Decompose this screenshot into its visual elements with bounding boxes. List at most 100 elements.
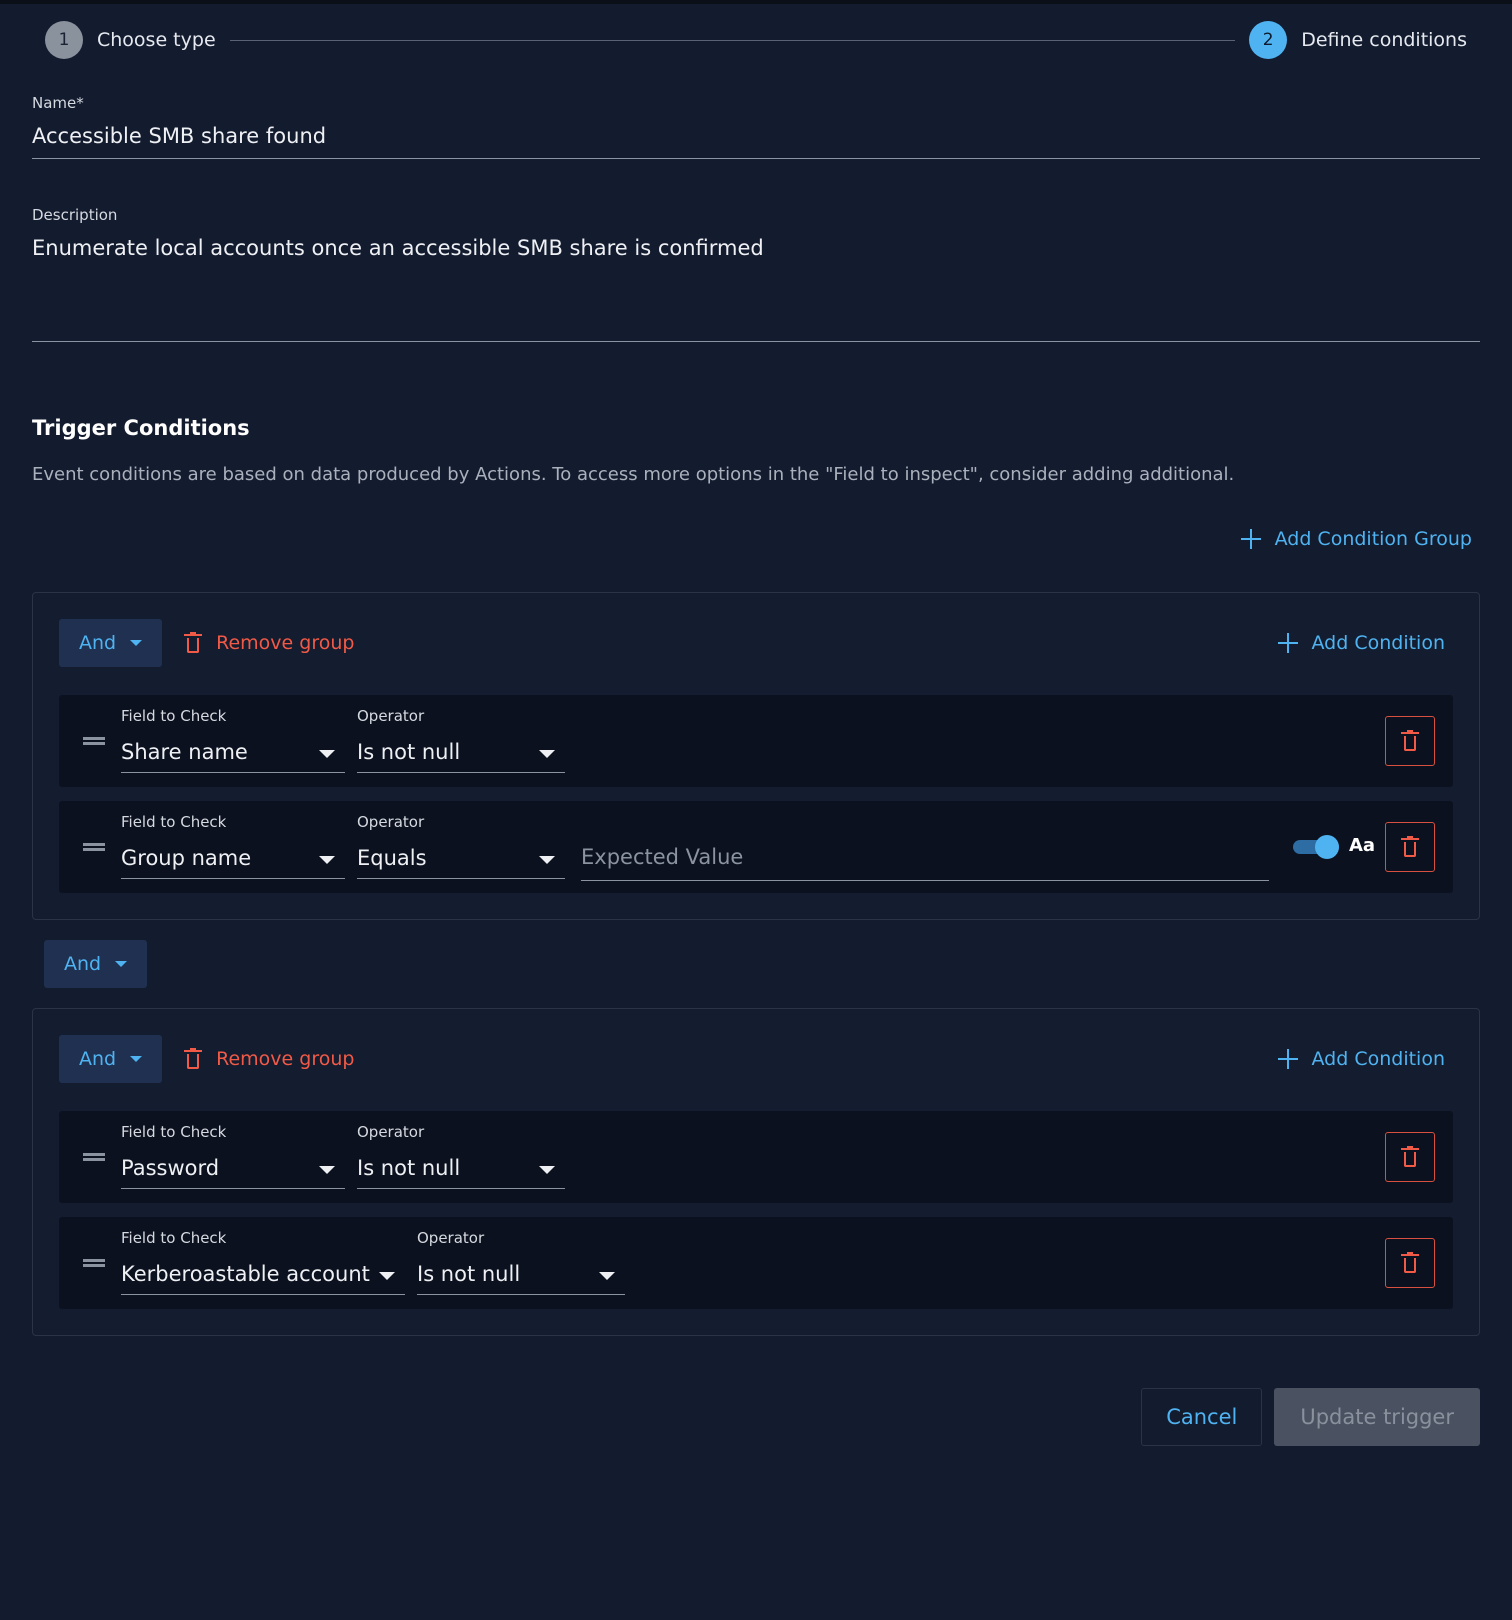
- add-condition-button[interactable]: Add Condition: [1277, 1048, 1446, 1070]
- description-textarea[interactable]: Enumerate local accounts once an accessi…: [32, 236, 1480, 342]
- update-trigger-button[interactable]: Update trigger: [1274, 1388, 1480, 1446]
- caret-down-icon: [539, 749, 555, 758]
- operator-select: Operator Equals: [357, 813, 565, 879]
- group-operator-label: And: [79, 1048, 117, 1070]
- drag-handle-icon[interactable]: [83, 1259, 105, 1267]
- cancel-button[interactable]: Cancel: [1141, 1388, 1263, 1446]
- operator-value: Is not null: [357, 1155, 461, 1180]
- field-to-check-select: Field to Check Password: [121, 1123, 345, 1189]
- field-to-check-dropdown[interactable]: Password: [121, 1147, 345, 1189]
- add-condition-group-button[interactable]: Add Condition Group: [1240, 528, 1472, 550]
- description-label: Description: [32, 206, 118, 224]
- trash-icon: [1401, 1146, 1419, 1168]
- field-to-check-value: Share name: [121, 739, 248, 764]
- group-operator-label: And: [79, 632, 117, 654]
- delete-condition-button[interactable]: [1385, 822, 1435, 872]
- operator-label: Operator: [357, 707, 425, 725]
- form-footer: Cancel Update trigger: [1141, 1388, 1480, 1446]
- add-condition-group-label: Add Condition Group: [1274, 528, 1472, 550]
- between-groups-operator-label: And: [64, 953, 102, 975]
- operator-value: Is not null: [417, 1261, 521, 1286]
- caret-down-icon: [599, 1271, 615, 1280]
- caret-down-icon: [379, 1271, 395, 1280]
- group-header: And Remove group Add Condition: [59, 1035, 1453, 1083]
- operator-select: Operator Is not null: [357, 707, 565, 773]
- group-header: And Remove group Add Condition: [59, 619, 1453, 667]
- remove-group-button[interactable]: Remove group: [184, 632, 354, 654]
- delete-condition-button[interactable]: [1385, 1238, 1435, 1288]
- between-groups-operator-dropdown[interactable]: And: [44, 940, 148, 988]
- field-to-check-label: Field to Check: [121, 1123, 227, 1141]
- condition-row: Field to Check Share name Operator Is no…: [59, 695, 1453, 787]
- step-define-conditions[interactable]: 2 Define conditions: [1249, 21, 1467, 59]
- field-to-check-label: Field to Check: [121, 813, 227, 831]
- plus-icon: [1277, 1049, 1298, 1069]
- operator-label: Operator: [357, 813, 425, 831]
- step-connector: [229, 39, 1236, 41]
- caret-down-icon: [115, 961, 128, 967]
- caret-down-icon: [130, 1056, 143, 1062]
- description-field: Description Enumerate local accounts onc…: [32, 206, 1480, 342]
- field-to-check-value: Group name: [121, 845, 252, 870]
- add-condition-button[interactable]: Add Condition: [1277, 632, 1445, 654]
- trash-icon: [184, 1048, 203, 1070]
- field-to-check-value: Kerberoastable account: [121, 1261, 370, 1286]
- field-to-check-select: Field to Check Group name: [121, 813, 345, 879]
- name-field: Name* Accessible SMB share found: [32, 94, 1480, 159]
- drag-handle-icon[interactable]: [83, 737, 105, 745]
- trash-icon: [1401, 1252, 1419, 1274]
- condition-group: And Remove group Add Condition Field to …: [32, 592, 1480, 920]
- step-label: Choose type: [97, 29, 216, 51]
- condition-row: Field to Check Password Operator Is not …: [59, 1111, 1453, 1203]
- operator-value: Equals: [357, 845, 427, 870]
- remove-group-label: Remove group: [216, 1048, 355, 1070]
- operator-value: Is not null: [357, 739, 461, 764]
- case-sensitive-label: Aa: [1349, 835, 1376, 856]
- plus-icon: [1240, 529, 1261, 549]
- operator-label: Operator: [357, 1123, 425, 1141]
- field-to-check-value: Password: [121, 1155, 220, 1180]
- case-sensitive-toggle[interactable]: [1293, 835, 1339, 859]
- operator-dropdown[interactable]: Is not null: [357, 731, 565, 773]
- add-condition-label: Add Condition: [1311, 1048, 1446, 1070]
- caret-down-icon: [319, 749, 335, 758]
- remove-group-button[interactable]: Remove group: [184, 1048, 354, 1070]
- caret-down-icon: [539, 855, 555, 864]
- field-to-check-select: Field to Check Share name: [121, 707, 345, 773]
- condition-group: And Remove group Add Condition Field to …: [32, 1008, 1480, 1336]
- drag-handle-icon[interactable]: [83, 843, 105, 851]
- stepper: 1 Choose type 2 Define conditions: [45, 20, 1467, 60]
- field-to-check-dropdown[interactable]: Kerberoastable account: [121, 1253, 405, 1295]
- operator-dropdown[interactable]: Equals: [357, 837, 565, 879]
- operator-dropdown[interactable]: Is not null: [357, 1147, 565, 1189]
- trigger-conditions-title: Trigger Conditions: [32, 416, 250, 440]
- caret-down-icon: [319, 1165, 335, 1174]
- remove-group-label: Remove group: [216, 632, 355, 654]
- condition-row: Field to Check Group name Operator Equal…: [59, 801, 1453, 893]
- delete-condition-button[interactable]: [1385, 1132, 1435, 1182]
- condition-row: Field to Check Kerberoastable account Op…: [59, 1217, 1453, 1309]
- operator-select: Operator Is not null: [357, 1123, 565, 1189]
- edit-trigger-page: 1 Choose type 2 Define conditions Name* …: [0, 0, 1512, 1620]
- step-choose-type[interactable]: 1 Choose type: [45, 21, 216, 59]
- operator-dropdown[interactable]: Is not null: [417, 1253, 625, 1295]
- delete-condition-button[interactable]: [1385, 716, 1435, 766]
- drag-handle-icon[interactable]: [83, 1153, 105, 1161]
- toggle-knob: [1315, 835, 1339, 859]
- group-operator-dropdown[interactable]: And: [59, 619, 163, 667]
- operator-select: Operator Is not null: [417, 1229, 625, 1295]
- operator-label: Operator: [417, 1229, 485, 1247]
- field-to-check-dropdown[interactable]: Group name: [121, 837, 345, 879]
- name-input[interactable]: Accessible SMB share found: [32, 124, 1480, 159]
- expected-value-input[interactable]: [581, 833, 1269, 881]
- caret-down-icon: [539, 1165, 555, 1174]
- group-operator-dropdown[interactable]: And: [59, 1035, 163, 1083]
- trigger-conditions-subtitle: Event conditions are based on data produ…: [32, 464, 1235, 485]
- name-label: Name*: [32, 94, 84, 112]
- trash-icon: [1401, 836, 1419, 858]
- step-number: 2: [1249, 21, 1288, 59]
- field-to-check-dropdown[interactable]: Share name: [121, 731, 345, 773]
- caret-down-icon: [130, 640, 143, 646]
- plus-icon: [1277, 633, 1298, 653]
- step-label: Define conditions: [1301, 29, 1467, 51]
